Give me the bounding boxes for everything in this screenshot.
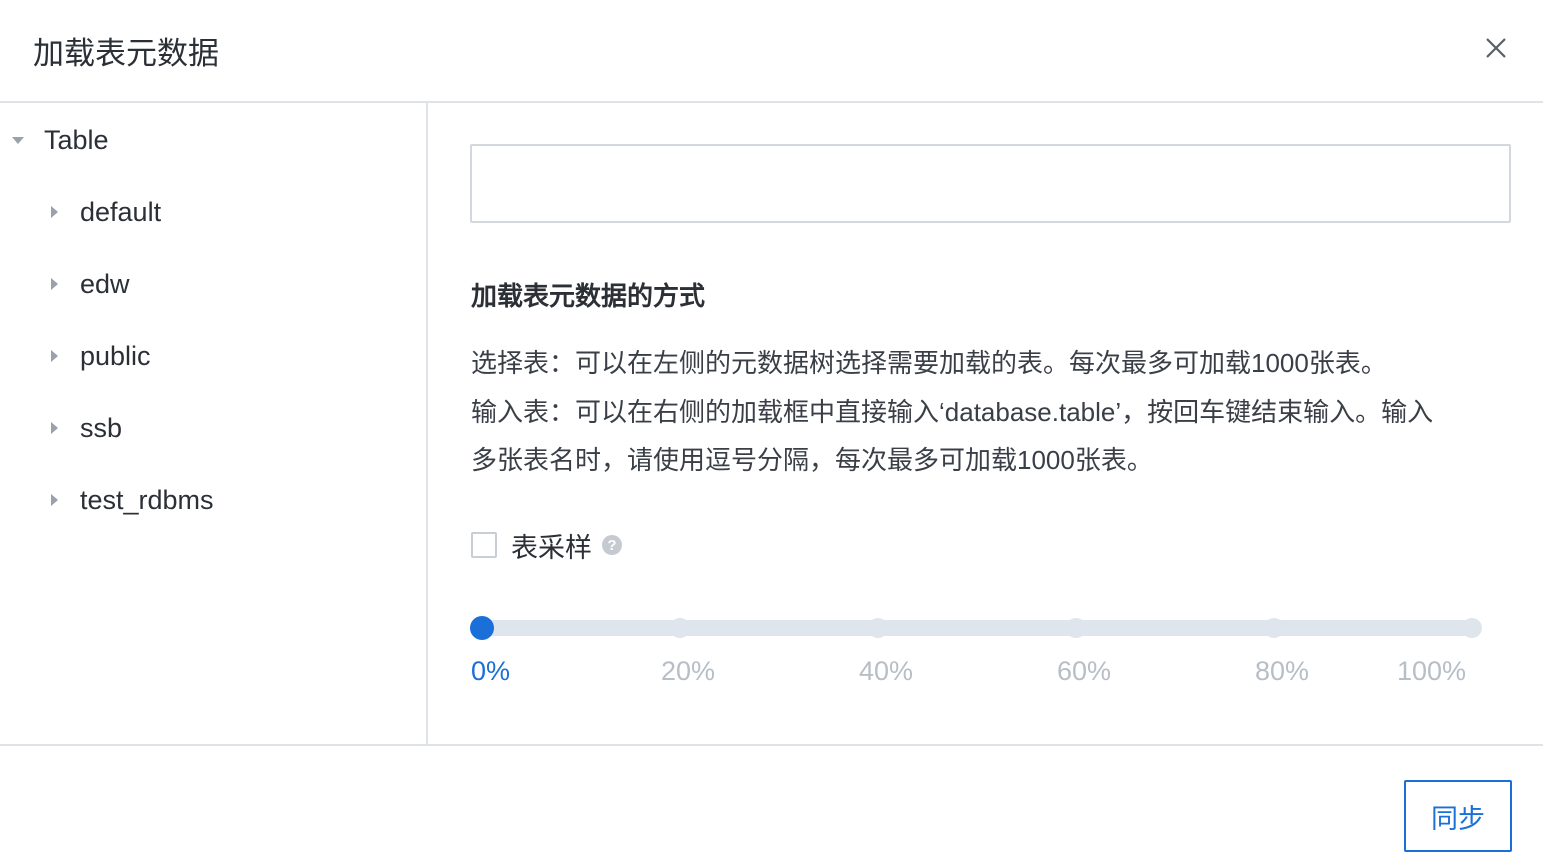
load-table-metadata-dialog: 加载表元数据 Table default edw public ssb test… [0, 0, 1543, 865]
tree-node-test-rdbms[interactable]: test_rdbms [44, 480, 214, 520]
caret-right-icon[interactable] [44, 202, 64, 222]
description-line: 选择表：可以在左侧的元数据树选择需要加载的表。每次最多可加载1000张表。 [471, 348, 1387, 378]
slider-step-dot[interactable] [1066, 618, 1086, 638]
tree-node-label: Table [44, 124, 109, 155]
sampling-ratio-slider[interactable] [470, 616, 1482, 640]
tree-node-label: public [80, 340, 151, 371]
caret-right-icon[interactable] [44, 490, 64, 510]
slider-step-dot[interactable] [1264, 618, 1284, 638]
table-sampling-row: 表采样 ? [471, 529, 622, 563]
slider-mark-label[interactable]: 0% [471, 656, 510, 687]
table-sampling-label[interactable]: 表采样 [511, 526, 592, 565]
tree-node-label: ssb [80, 412, 123, 443]
caret-down-icon[interactable] [8, 130, 28, 150]
caret-right-icon[interactable] [44, 346, 64, 366]
description-line: 多张表名时，请使用逗号分隔，每次最多可加载1000张表。 [471, 445, 1153, 475]
slider-mark-label[interactable]: 80% [1255, 656, 1309, 687]
slider-step-dot[interactable] [1462, 618, 1482, 638]
slider-step-dot[interactable] [868, 618, 888, 638]
metadata-tree: Table default edw public ssb test_rdbms [0, 103, 428, 744]
dialog-header: 加载表元数据 [0, 0, 1543, 103]
tree-node-public[interactable]: public [44, 336, 151, 376]
load-panel: 加载表元数据的方式 选择表：可以在左侧的元数据树选择需要加载的表。每次最多可加载… [430, 103, 1543, 744]
sync-button[interactable]: 同步 [1404, 780, 1512, 852]
dialog-body: Table default edw public ssb test_rdbms … [0, 103, 1543, 746]
table-name-input[interactable] [470, 144, 1511, 223]
table-sampling-checkbox[interactable] [471, 532, 497, 558]
tree-node-label: default [80, 196, 162, 227]
section-title: 加载表元数据的方式 [471, 281, 706, 311]
slider-handle[interactable] [470, 616, 494, 640]
dialog-title: 加载表元数据 [33, 36, 219, 71]
tree-node-default[interactable]: default [44, 192, 161, 232]
slider-track[interactable] [482, 620, 1472, 636]
tree-node-table[interactable]: Table [8, 120, 109, 160]
tree-node-ssb[interactable]: ssb [44, 408, 122, 448]
slider-step-dot[interactable] [670, 618, 690, 638]
close-icon[interactable] [1480, 32, 1512, 64]
slider-mark-label[interactable]: 60% [1057, 656, 1111, 687]
slider-mark-label[interactable]: 100% [1397, 656, 1466, 687]
description-line: 输入表：可以在右侧的加载框中直接输入‘database.table’，按回车键结… [471, 397, 1434, 427]
slider-mark-label[interactable]: 20% [661, 656, 715, 687]
tree-node-edw[interactable]: edw [44, 264, 130, 304]
tree-node-label: test_rdbms [80, 484, 214, 515]
caret-right-icon[interactable] [44, 274, 64, 294]
question-circle-icon[interactable]: ? [602, 535, 622, 555]
slider-mark-label[interactable]: 40% [859, 656, 913, 687]
slider-marks: 0% 20% 40% 60% 80% 100% [471, 656, 1483, 686]
caret-right-icon[interactable] [44, 418, 64, 438]
dialog-footer: 同步 [0, 746, 1543, 865]
tree-node-label: edw [80, 268, 130, 299]
